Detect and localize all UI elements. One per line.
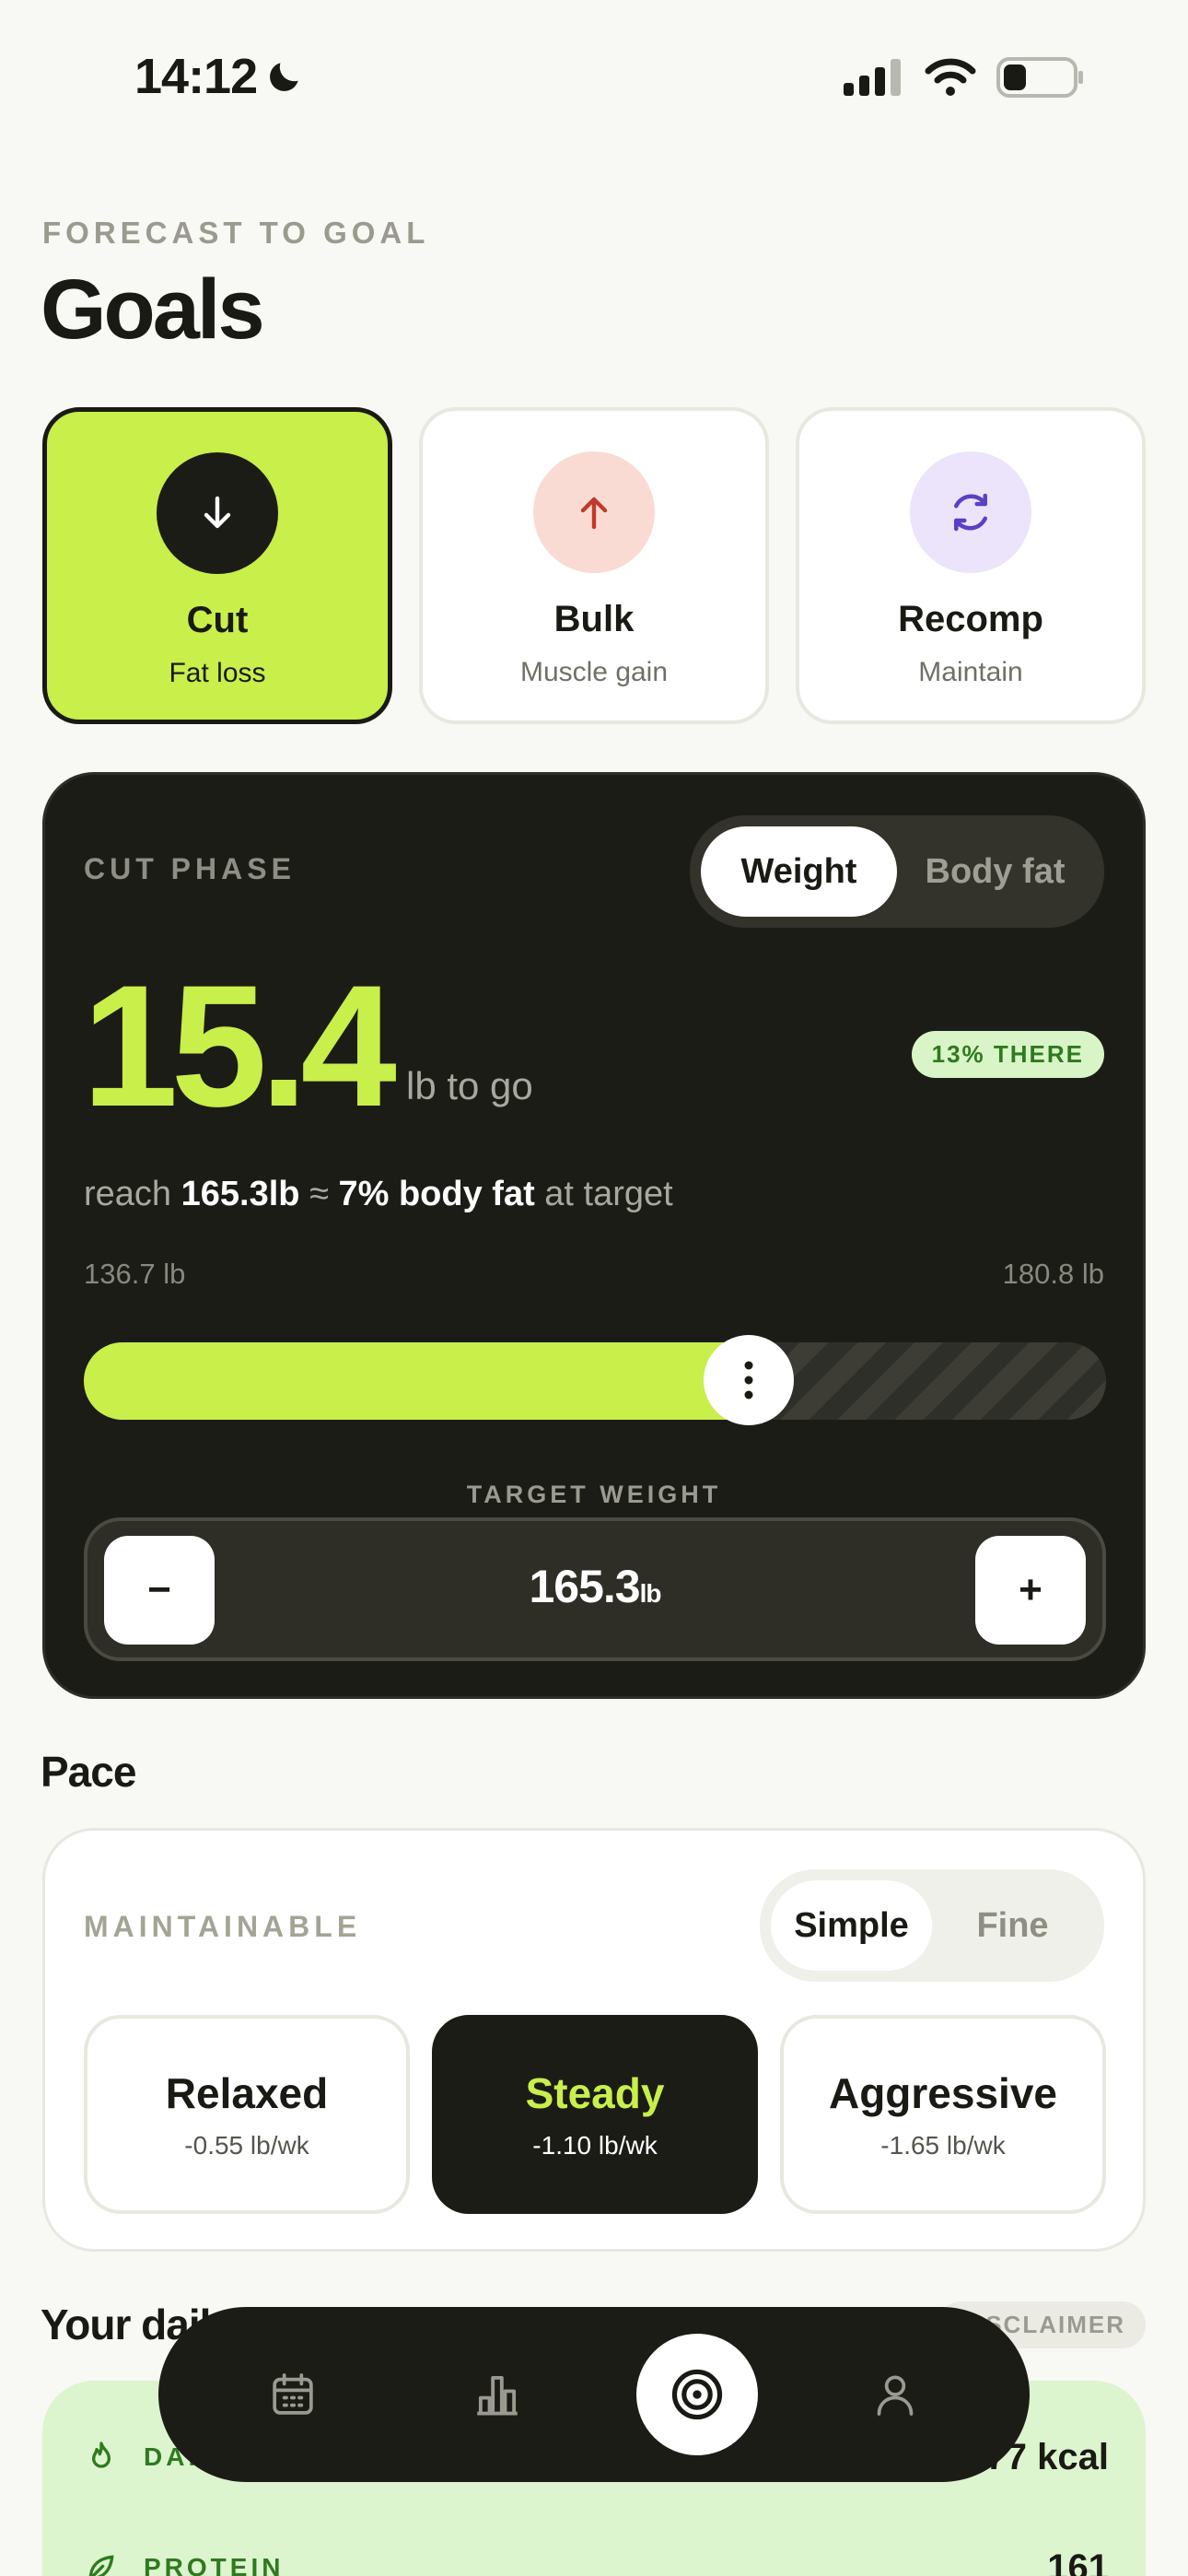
remaining-unit: lb to go <box>406 1064 533 1107</box>
refresh-icon <box>910 451 1031 573</box>
pace-option-rate: -1.10 lb/wk <box>532 2131 658 2160</box>
remaining-value: 15.4 <box>82 949 397 1142</box>
tab-goals[interactable] <box>636 2307 758 2482</box>
goal-name: Recomp <box>898 599 1043 639</box>
daily-row-protein: PROTEIN 161 <box>83 2526 1109 2576</box>
goal-card-cut[interactable]: Cut Fat loss <box>42 407 392 724</box>
bottom-tab-bar <box>158 2307 1030 2482</box>
signal-icon <box>844 59 901 96</box>
goal-name: Bulk <box>553 599 635 639</box>
target-weight-label: TARGET WEIGHT <box>466 1481 722 1508</box>
leaf-icon <box>88 2555 114 2576</box>
range-min: 136.7 lb <box>84 1258 186 1290</box>
status-time: 14:12 <box>134 48 305 105</box>
slider-fill <box>84 1342 776 1420</box>
pace-label: MAINTAINABLE <box>84 1910 362 1943</box>
status-bar: 14:12 <box>0 0 1188 157</box>
goal-subtitle: Muscle gain <box>519 657 669 687</box>
pace-option-relaxed[interactable]: Relaxed -0.55 lb/wk <box>84 2015 410 2214</box>
phase-label: CUT PHASE <box>84 852 296 885</box>
phase-card: CUT PHASE Weight Body fat 15.4 lb to go … <box>42 772 1146 1699</box>
target-weight-value: 165.3lb <box>529 1561 661 1612</box>
arrow-up-icon <box>533 451 655 573</box>
tab-profile[interactable] <box>834 2307 956 2482</box>
arrow-down-icon <box>157 452 278 574</box>
tab-body-fat[interactable]: Body fat <box>897 826 1093 917</box>
goal-subtitle: Fat loss <box>169 658 266 688</box>
reach-summary: reach 165.3lb ≈ 7% body fat at target <box>84 1175 673 1213</box>
page-title: Goals <box>41 263 265 357</box>
goal-name: Cut <box>186 600 249 640</box>
status-icons <box>844 57 1085 98</box>
pace-title: Pace <box>41 1748 136 1796</box>
tab-simple[interactable]: Simple <box>771 1880 932 1971</box>
pace-option-name: Aggressive <box>828 2069 1057 2117</box>
pace-mode-toggle: Simple Fine <box>760 1869 1104 1982</box>
progress-badge: 13% THERE <box>911 1031 1104 1078</box>
profile-icon <box>877 2375 914 2416</box>
slider-handle[interactable] <box>703 1335 794 1425</box>
pace-option-aggressive[interactable]: Aggressive -1.65 lb/wk <box>780 2015 1106 2214</box>
flame-icon <box>92 2441 111 2468</box>
calendar-icon <box>273 2373 313 2415</box>
wifi-icon <box>925 58 976 96</box>
goal-card-bulk[interactable]: Bulk Muscle gain <box>419 407 769 724</box>
target-icon <box>671 2369 723 2420</box>
tab-calendar[interactable] <box>232 2307 354 2482</box>
goal-subtitle: Maintain <box>918 657 1023 687</box>
chart-icon <box>477 2375 518 2416</box>
pace-option-steady[interactable]: Steady -1.10 lb/wk <box>432 2015 758 2214</box>
tab-weight[interactable]: Weight <box>701 826 897 917</box>
tab-stats[interactable] <box>437 2307 558 2482</box>
target-slider[interactable] <box>84 1335 1106 1425</box>
pace-option-rate: -1.65 lb/wk <box>880 2131 1006 2160</box>
pace-option-name: Relaxed <box>165 2069 329 2117</box>
pace-card: MAINTAINABLE Simple Fine Relaxed -0.55 l… <box>42 1828 1146 2252</box>
battery-icon <box>996 57 1083 98</box>
target-weight-stepper: − 165.3lb + <box>84 1517 1106 1661</box>
moon-icon <box>270 63 298 91</box>
range-max: 180.8 lb <box>1002 1258 1104 1290</box>
pace-option-rate: -0.55 lb/wk <box>184 2131 309 2160</box>
increment-button[interactable]: + <box>975 1536 1086 1645</box>
pace-option-name: Steady <box>525 2069 665 2117</box>
goal-card-recomp[interactable]: Recomp Maintain <box>796 407 1146 724</box>
page-eyebrow: FORECAST TO GOAL <box>42 216 430 250</box>
metric-toggle: Weight Body fat <box>690 815 1104 928</box>
more-vertical-icon <box>744 1361 752 1399</box>
tab-fine[interactable]: Fine <box>932 1880 1093 1971</box>
